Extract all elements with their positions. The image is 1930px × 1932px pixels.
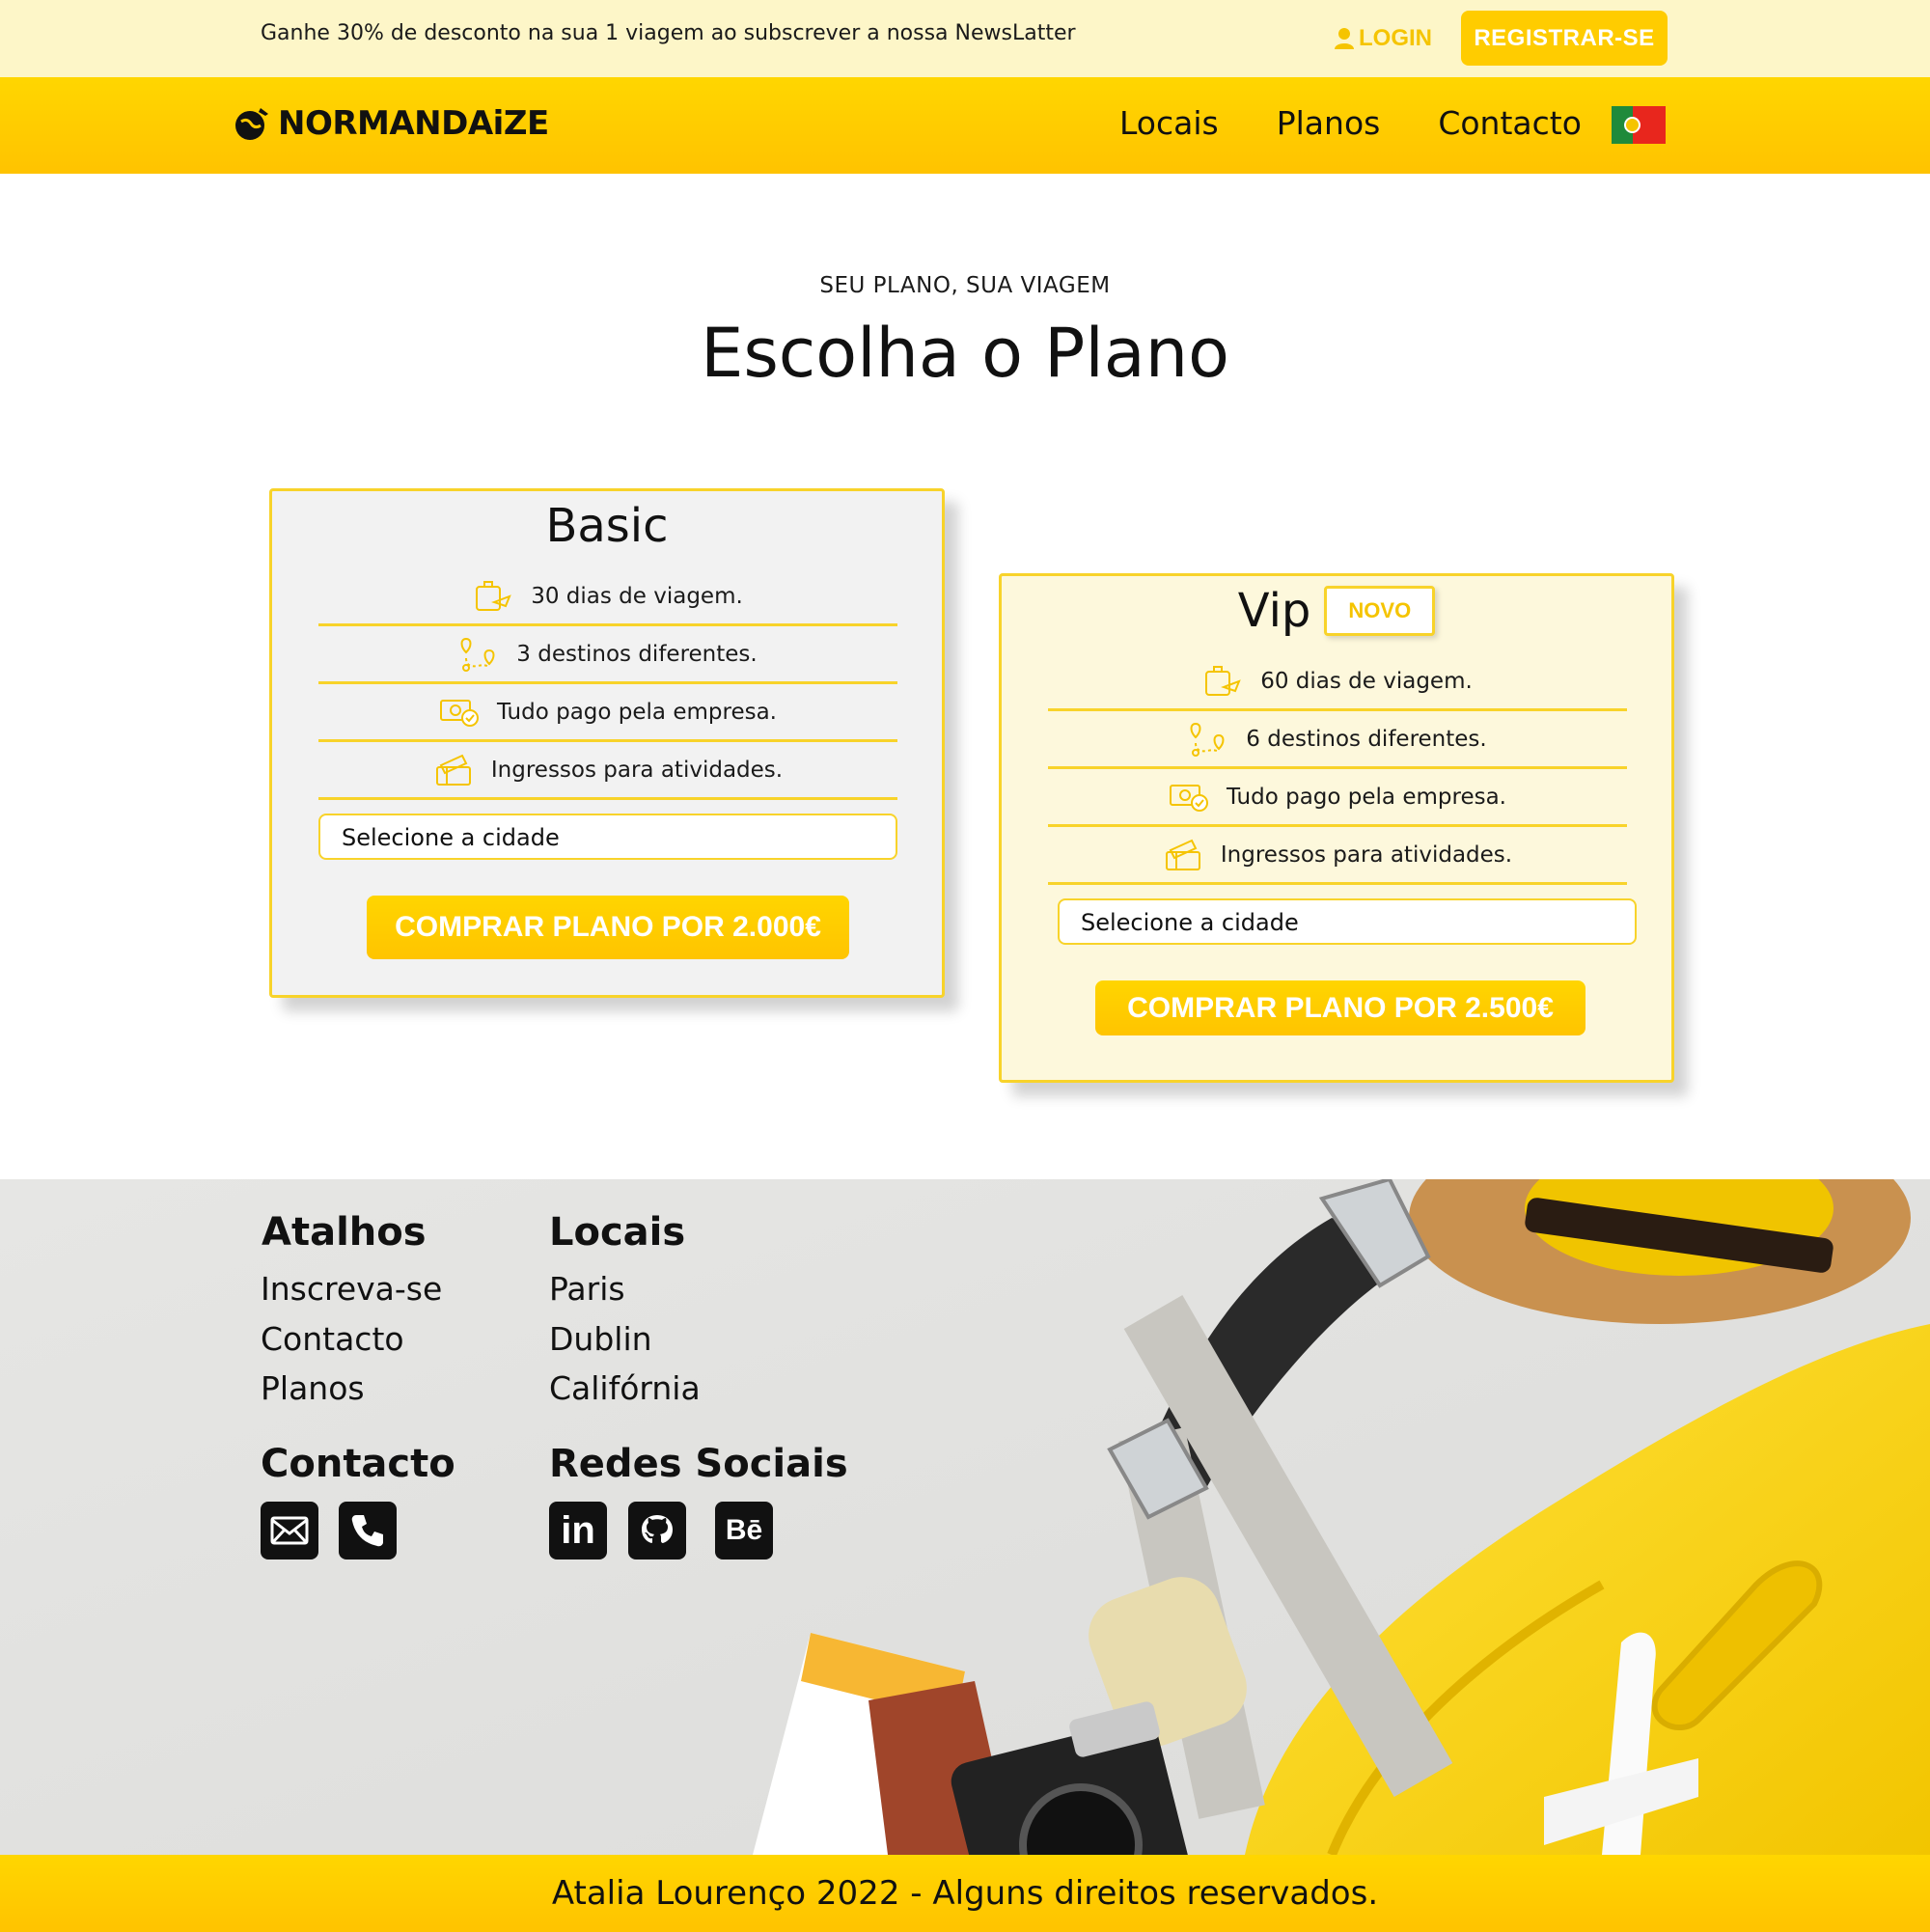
linkedin-text: in <box>561 1508 595 1552</box>
footer-link-inscreva[interactable]: Inscreva-se <box>261 1270 442 1308</box>
city-select[interactable]: Selecione a cidade <box>1058 898 1637 945</box>
page-title: Escolha o Plano <box>701 314 1229 393</box>
footer-heading-contact: Contacto <box>261 1442 455 1486</box>
feature-text: 60 dias de viagem. <box>1260 668 1473 694</box>
section-kicker: SEU PLANO, SUA VIAGEM <box>819 273 1111 298</box>
feature-item: Tudo pago pela empresa. <box>1048 769 1627 827</box>
footer-heading-places: Locais <box>549 1210 686 1255</box>
plan-title: Vip <box>1237 584 1311 638</box>
promo-bar: Ganhe 30% de desconto na sua 1 viagem ao… <box>0 0 1930 77</box>
logo[interactable]: NORMANDAiZE <box>234 104 549 143</box>
footer-link-contacto[interactable]: Contacto <box>261 1320 404 1358</box>
feature-item: 60 dias de viagem. <box>1048 653 1627 711</box>
plan-card-vip: Vip NOVO 60 dias de viagem. 6 destinos d… <box>999 573 1674 1083</box>
plan-title: Basic <box>545 499 669 553</box>
footer: Atalhos Inscreva-se Contacto Planos Loca… <box>0 1179 1930 1932</box>
feature-text: 6 destinos diferentes. <box>1246 726 1487 752</box>
feature-text: Ingressos para atividades. <box>1220 842 1513 868</box>
nav-bar: NORMANDAiZE Locais Planos Contacto <box>0 77 1930 174</box>
copyright-bar: Atalia Lourenço 2022 - Alguns direitos r… <box>0 1855 1930 1932</box>
buy-basic-plan-button[interactable]: COMPRAR PLANO POR 2.000€ <box>367 896 849 959</box>
luggage-plane-icon <box>476 580 511 611</box>
github-icon[interactable] <box>628 1502 686 1559</box>
footer-link-planos[interactable]: Planos <box>261 1369 365 1407</box>
register-button[interactable]: REGISTRAR-SE <box>1461 11 1668 66</box>
feature-item: Ingressos para atividades. <box>318 742 897 800</box>
feature-text: 3 destinos diferentes. <box>516 641 758 667</box>
login-link[interactable]: LOGIN <box>1334 25 1432 52</box>
feature-item: 6 destinos diferentes. <box>1048 711 1627 769</box>
tickets-icon <box>435 754 471 786</box>
feature-list: 60 dias de viagem. 6 destinos diferentes… <box>1048 653 1627 885</box>
footer-heading-shortcuts: Atalhos <box>262 1210 427 1255</box>
portugal-flag-icon[interactable] <box>1612 106 1666 144</box>
user-icon <box>1335 28 1354 49</box>
footer-heading-social: Redes Sociais <box>549 1442 848 1486</box>
logo-text: NORMANDAiZE <box>278 104 549 143</box>
money-check-icon <box>1170 784 1208 812</box>
map-pin-route-icon <box>460 637 495 672</box>
phone-icon[interactable] <box>339 1502 397 1559</box>
promo-text: Ganhe 30% de desconto na sua 1 viagem ao… <box>261 21 1076 45</box>
feature-item: Tudo pago pela empresa. <box>318 684 897 742</box>
mail-icon[interactable] <box>261 1502 318 1559</box>
feature-item: 30 dias de viagem. <box>318 568 897 626</box>
footer-link-paris[interactable]: Paris <box>549 1270 625 1308</box>
footer-link-california[interactable]: Califórnia <box>549 1369 701 1407</box>
feature-text: Ingressos para atividades. <box>490 757 784 783</box>
globe-plane-icon <box>235 108 268 140</box>
nav-link-contacto[interactable]: Contacto <box>1438 104 1582 142</box>
login-label: LOGIN <box>1359 25 1432 51</box>
feature-item: 3 destinos diferentes. <box>318 626 897 684</box>
feature-text: Tudo pago pela empresa. <box>1227 784 1506 810</box>
copyright-text: Atalia Lourenço 2022 - Alguns direitos r… <box>551 1874 1379 1913</box>
nav-link-locais[interactable]: Locais <box>1119 104 1219 142</box>
feature-text: 30 dias de viagem. <box>531 583 743 609</box>
tickets-icon <box>1165 839 1200 870</box>
feature-item: Ingressos para atividades. <box>1048 827 1627 885</box>
buy-vip-plan-button[interactable]: COMPRAR PLANO POR 2.500€ <box>1095 980 1585 1035</box>
luggage-plane-icon <box>1205 665 1241 696</box>
new-badge: NOVO <box>1324 586 1436 636</box>
footer-link-dublin[interactable]: Dublin <box>549 1320 652 1358</box>
feature-text: Tudo pago pela empresa. <box>497 699 777 725</box>
main-nav: Locais Planos Contacto <box>1119 104 1640 142</box>
money-check-icon <box>440 699 479 727</box>
behance-icon[interactable]: Bē <box>715 1502 773 1559</box>
map-pin-route-icon <box>1190 722 1225 757</box>
plan-card-basic: Basic 30 dias de viagem. 3 destinos dife… <box>269 488 945 998</box>
feature-list: 30 dias de viagem. 3 destinos diferentes… <box>318 568 897 800</box>
nav-link-planos[interactable]: Planos <box>1277 104 1381 142</box>
city-select[interactable]: Selecione a cidade <box>318 814 897 860</box>
linkedin-icon[interactable]: in <box>549 1502 607 1559</box>
behance-text: Bē <box>725 1514 763 1546</box>
